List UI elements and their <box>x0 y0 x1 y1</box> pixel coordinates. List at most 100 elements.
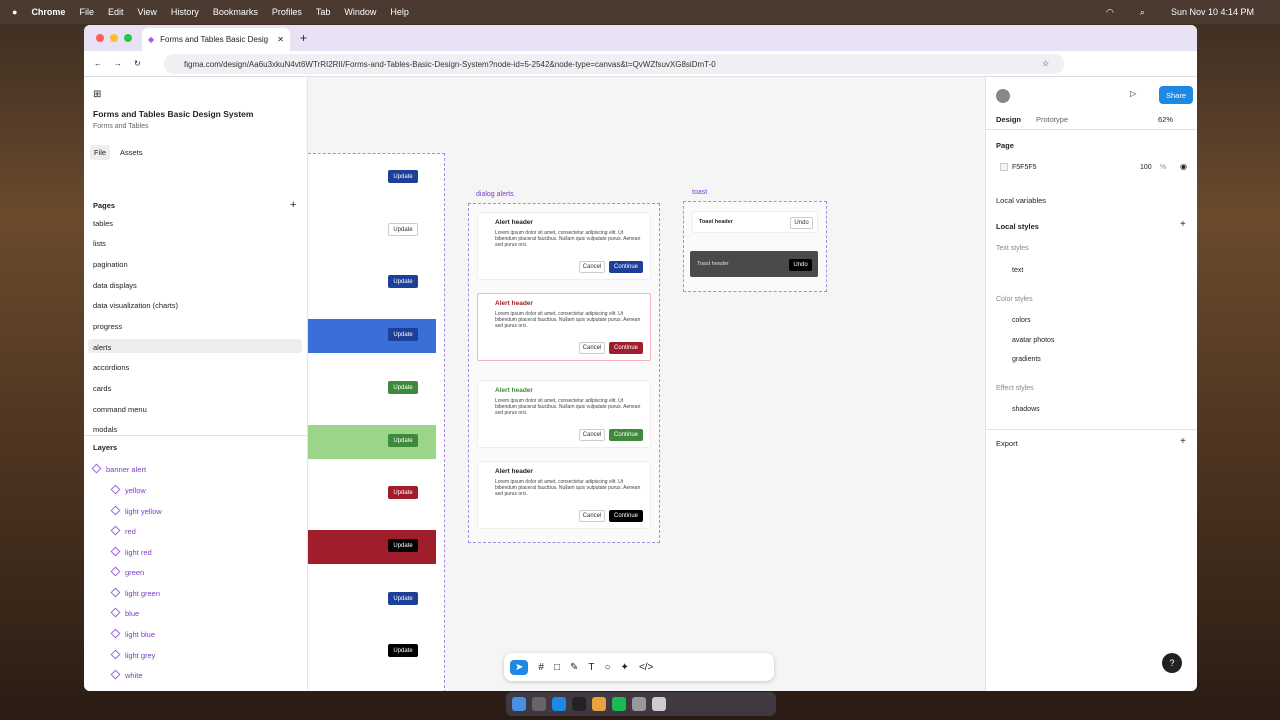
share-button[interactable]: Share <box>1159 86 1193 104</box>
close-window-button[interactable] <box>96 34 104 42</box>
page-item[interactable]: pagination <box>93 260 128 269</box>
menubar-bookmarks[interactable]: Bookmarks <box>213 7 258 17</box>
figma-menu-icon[interactable]: ⊞ <box>93 89 101 100</box>
new-tab-icon[interactable]: + <box>300 31 307 45</box>
cancel-button[interactable]: Cancel <box>579 510 605 522</box>
chrome-icon[interactable] <box>592 697 606 711</box>
style-item[interactable]: colors <box>1012 317 1031 324</box>
update-button[interactable]: Update <box>388 644 418 657</box>
continue-button[interactable]: Continue <box>609 342 643 354</box>
shape-tool-icon[interactable]: □ <box>554 662 560 673</box>
reload-icon[interactable]: ↻ <box>134 59 141 68</box>
page-color-swatch[interactable] <box>1000 163 1008 171</box>
menubar-app-name[interactable]: Chrome <box>31 7 65 17</box>
tab-design[interactable]: Design <box>996 115 1021 124</box>
back-icon[interactable]: ← <box>94 59 102 68</box>
layer-item[interactable]: light yellow <box>110 505 162 516</box>
apple-icon[interactable]: ● <box>12 7 17 17</box>
search-icon[interactable]: ⌕ <box>1140 7 1145 18</box>
tab-assets[interactable]: Assets <box>120 148 143 157</box>
dev-mode-icon[interactable]: </> <box>639 662 653 673</box>
page-item[interactable]: tables <box>93 219 113 228</box>
finder-icon[interactable] <box>512 697 526 711</box>
toast-dark[interactable]: Toast header Undo <box>690 251 818 277</box>
update-button[interactable]: Update <box>388 592 418 605</box>
update-button[interactable]: Update <box>388 170 418 183</box>
export-header[interactable]: Export <box>996 439 1018 448</box>
update-button[interactable]: Update <box>388 381 418 394</box>
layer-item[interactable]: light green <box>110 587 160 598</box>
cancel-button[interactable]: Cancel <box>579 342 605 354</box>
layer-item[interactable]: light grey <box>110 649 155 660</box>
local-variables[interactable]: Local variables <box>996 196 1046 205</box>
file-title[interactable]: Forms and Tables Basic Design System <box>93 109 253 119</box>
app-icon[interactable] <box>632 697 646 711</box>
move-tool-icon[interactable]: ➤ <box>510 659 529 675</box>
tab-file[interactable]: File <box>90 145 111 160</box>
continue-button[interactable]: Continue <box>609 510 643 522</box>
undo-button[interactable]: Undo <box>790 217 813 229</box>
update-button[interactable]: Update <box>388 539 418 552</box>
dialog-alert-card[interactable]: Alert header Lorem ipsum dolor sit amet,… <box>477 461 651 529</box>
layer-item[interactable]: banner alert <box>91 463 146 474</box>
style-item[interactable]: shadows <box>1012 406 1040 413</box>
wifi-icon[interactable]: ◠ <box>1106 7 1114 18</box>
layer-item[interactable]: blue <box>110 607 139 618</box>
page-item-selected[interactable]: alerts <box>93 343 111 352</box>
menubar-history[interactable]: History <box>171 7 199 17</box>
browser-tab[interactable]: ◆ Forms and Tables Basic Desig ✕ <box>142 28 290 51</box>
app-icon[interactable] <box>552 697 566 711</box>
menubar-help[interactable]: Help <box>390 7 409 17</box>
menubar-profiles[interactable]: Profiles <box>272 7 302 17</box>
page-item[interactable]: data displays <box>93 281 137 290</box>
menubar-clock[interactable]: Sun Nov 10 4:14 PM <box>1171 7 1254 17</box>
close-tab-icon[interactable]: ✕ <box>277 35 284 44</box>
toast-light[interactable]: Toast header Undo <box>692 211 818 233</box>
eye-icon[interactable]: ◉ <box>1180 162 1187 171</box>
update-button[interactable]: Update <box>388 223 418 236</box>
undo-button[interactable]: Undo <box>789 259 812 271</box>
style-item[interactable]: text <box>1012 267 1023 274</box>
layer-item[interactable]: white <box>110 669 143 680</box>
menubar-window[interactable]: Window <box>344 7 376 17</box>
tab-prototype[interactable]: Prototype <box>1036 115 1068 124</box>
layer-item[interactable]: green <box>110 566 144 577</box>
url-field[interactable]: figma.com/design/Aa6u3xkuN4vt6WTrRI2RII/… <box>164 54 1064 74</box>
style-item[interactable]: avatar photos <box>1012 337 1054 344</box>
banner-alert-frame[interactable] <box>308 153 445 691</box>
play-icon[interactable]: ▷ <box>1130 89 1136 98</box>
text-tool-icon[interactable]: T <box>588 662 594 673</box>
layer-item[interactable]: light red <box>110 546 152 557</box>
cancel-button[interactable]: Cancel <box>579 429 605 441</box>
menubar-edit[interactable]: Edit <box>108 7 124 17</box>
actions-icon[interactable]: ✦ <box>621 662 629 673</box>
update-button[interactable]: Update <box>388 328 418 341</box>
page-item[interactable]: cards <box>93 384 111 393</box>
bookmark-star-icon[interactable]: ☆ <box>1042 59 1049 68</box>
dialog-alert-card[interactable]: Alert header Lorem ipsum dolor sit amet,… <box>477 293 651 361</box>
menubar-view[interactable]: View <box>137 7 156 17</box>
dialog-alert-card[interactable]: Alert header Lorem ipsum dolor sit amet,… <box>477 380 651 448</box>
page-item[interactable]: data visualization (charts) <box>93 301 178 310</box>
app-icon[interactable] <box>532 697 546 711</box>
avatar[interactable] <box>996 89 1010 103</box>
update-button[interactable]: Update <box>388 434 418 447</box>
layer-item[interactable]: light blue <box>110 628 155 639</box>
menubar-tab[interactable]: Tab <box>316 7 331 17</box>
page-item[interactable]: progress <box>93 322 122 331</box>
menubar-file[interactable]: File <box>79 7 94 17</box>
dialog-alert-card[interactable]: Alert header Lorem ipsum dolor sit amet,… <box>477 212 651 280</box>
design-canvas[interactable]: Update Update Update Update Update Updat… <box>308 77 985 691</box>
pen-tool-icon[interactable]: ✎ <box>570 662 578 673</box>
minimize-window-button[interactable] <box>110 34 118 42</box>
layer-item[interactable]: red <box>110 525 136 536</box>
continue-button[interactable]: Continue <box>609 429 643 441</box>
help-icon[interactable]: ? <box>1162 653 1182 673</box>
page-item[interactable]: modals <box>93 425 117 434</box>
comment-tool-icon[interactable]: ○ <box>605 662 611 673</box>
cancel-button[interactable]: Cancel <box>579 261 605 273</box>
page-item[interactable]: accordions <box>93 363 129 372</box>
add-page-icon[interactable]: + <box>290 199 296 211</box>
zoom-window-button[interactable] <box>124 34 132 42</box>
terminal-icon[interactable] <box>572 697 586 711</box>
